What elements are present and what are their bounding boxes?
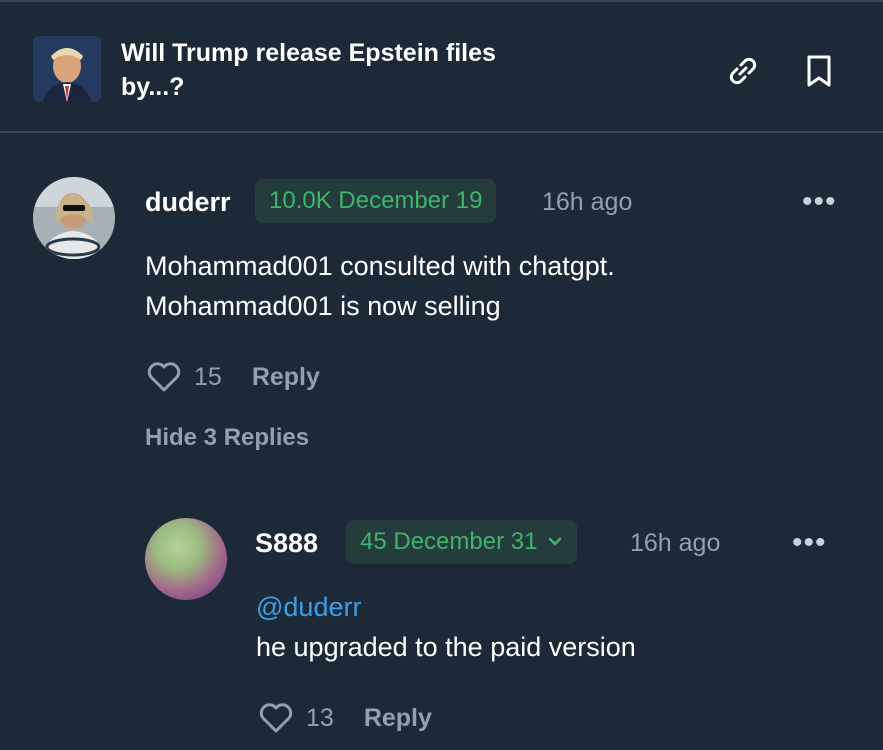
reply-button[interactable]: Reply [252,363,320,392]
avatar[interactable] [33,177,115,259]
position-badge[interactable]: 10.0K December 19 [255,179,497,223]
avatar[interactable] [145,518,227,600]
like-count: 15 [194,362,222,391]
more-options-icon[interactable]: ••• [802,187,837,217]
comment-username[interactable]: duderr [145,187,231,218]
comment-text-line: Mohammad001 is now selling [145,291,501,321]
like-count: 13 [306,703,334,732]
hide-replies-button[interactable]: Hide 3 Replies [145,424,309,452]
market-thumbnail-icon[interactable] [33,36,101,102]
mention-link[interactable]: @duderr [256,587,856,627]
reply-text: he upgraded to the paid version [256,632,636,662]
bookmark-icon[interactable] [802,54,836,88]
comment-text-line: Mohammad001 consulted with chatgpt. [145,251,615,281]
comment-actions: 15 Reply [146,360,320,394]
position-label: 45 December 31 [360,528,538,555]
position-badge[interactable]: 45 December 31 [346,520,578,564]
heart-icon[interactable] [258,701,294,735]
reply-body: @duderr he upgraded to the paid version [256,587,856,667]
reply-username[interactable]: S888 [255,528,318,559]
more-options-icon[interactable]: ••• [792,528,827,558]
reply-time: 16h ago [630,529,721,557]
market-header: Will Trump release Epstein files by...? [0,2,883,133]
heart-icon[interactable] [146,360,182,394]
market-title[interactable]: Will Trump release Epstein files by...? [121,36,551,104]
reply-button[interactable]: Reply [364,704,432,733]
comment-body: Mohammad001 consulted with chatgpt. Moha… [145,246,765,326]
comment-time: 16h ago [542,188,633,216]
chevron-down-icon [547,520,563,579]
link-icon[interactable] [726,54,760,88]
reply-actions: 13 Reply [258,701,432,735]
